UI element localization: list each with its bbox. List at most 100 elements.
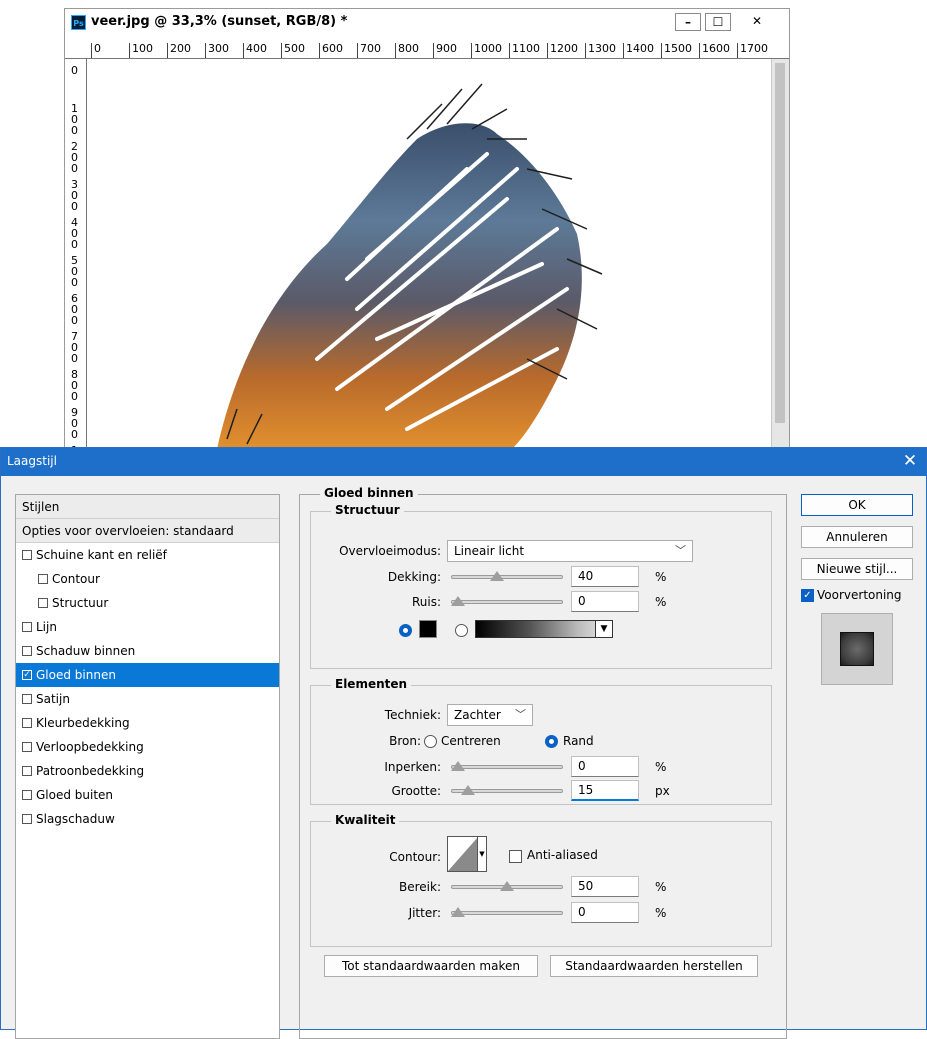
style-item-label: Schuine kant en reliëf xyxy=(36,548,167,562)
dialog-close-icon[interactable]: ✕ xyxy=(899,450,921,472)
style-item-checkbox[interactable] xyxy=(22,549,32,560)
style-item-label: Kleurbedekking xyxy=(36,716,130,730)
source-edge-label[interactable]: Rand xyxy=(563,734,594,748)
structure-group: Structuur Overvloeimodus: Lineair licht … xyxy=(310,503,772,669)
style-item[interactable]: Patroonbedekking xyxy=(16,759,279,783)
ruler-tick: 8 0 0 xyxy=(71,368,78,403)
ruler-tick: 900 xyxy=(433,43,457,58)
jitter-slider[interactable] xyxy=(451,907,563,917)
ruler-tick: 1300 xyxy=(585,43,616,58)
scrollbar-thumb[interactable] xyxy=(775,63,785,423)
style-item-checkbox[interactable] xyxy=(22,813,32,824)
gradient-radio[interactable] xyxy=(455,624,468,637)
ruler-tick: 9 0 0 xyxy=(71,406,78,441)
technique-label: Techniek: xyxy=(384,708,441,722)
style-item-checkbox[interactable] xyxy=(38,573,48,584)
style-item-checkbox[interactable] xyxy=(22,645,32,656)
opacity-slider-thumb[interactable] xyxy=(490,571,505,581)
close-button[interactable]: ✕ xyxy=(737,13,777,31)
minimize-button[interactable]: – xyxy=(675,13,701,31)
range-slider-thumb[interactable] xyxy=(500,881,514,891)
range-label: Bereik: xyxy=(399,880,441,894)
style-item[interactable]: Slagschaduw xyxy=(16,807,279,831)
antialias-checkbox[interactable] xyxy=(509,850,522,863)
style-item[interactable]: Gloed buiten xyxy=(16,783,279,807)
contour-picker[interactable]: ▼ xyxy=(447,836,487,872)
preview-checkbox[interactable]: ✓ xyxy=(801,589,814,602)
noise-slider[interactable] xyxy=(451,596,563,606)
blend-mode-label: Overvloeimodus: xyxy=(339,544,441,558)
style-item-checkbox[interactable] xyxy=(22,717,32,728)
elements-group: Elementen Techniek: Zachter ﹀ Bron: Cent… xyxy=(310,677,772,805)
ruler-tick: 1 0 0 xyxy=(71,102,78,137)
vertical-ruler[interactable]: 0 1 0 0 2 0 0 3 0 0 4 0 0 5 0 0 6 0 0 7 0 0 8 0 … xyxy=(65,59,87,449)
style-item[interactable]: Schuine kant en reliëf xyxy=(16,543,279,567)
style-item[interactable]: Schaduw binnen xyxy=(16,639,279,663)
reset-default-button[interactable]: Standaardwaarden herstellen xyxy=(550,955,758,977)
contour-label: Contour: xyxy=(389,850,441,864)
make-default-button[interactable]: Tot standaardwaarden maken xyxy=(324,955,538,977)
style-item-checkbox[interactable] xyxy=(38,597,48,608)
style-item-checkbox[interactable] xyxy=(22,789,32,800)
antialias-label[interactable]: Anti-aliased xyxy=(527,848,598,862)
source-edge-radio[interactable] xyxy=(545,735,558,748)
ruler-tick: 4 0 0 xyxy=(71,216,78,251)
choke-slider[interactable] xyxy=(451,761,563,771)
preview-label[interactable]: Voorvertoning xyxy=(817,588,902,602)
jitter-input[interactable]: 0 xyxy=(571,902,639,923)
document-titlebar[interactable]: Ps veer.jpg @ 33,3% (sunset, RGB/8) * – … xyxy=(65,9,789,37)
style-item-checkbox[interactable] xyxy=(22,621,32,632)
source-center-label[interactable]: Centreren xyxy=(441,734,501,748)
new-style-button[interactable]: Nieuwe stijl... xyxy=(801,558,913,580)
technique-select[interactable]: Zachter ﹀ xyxy=(447,704,533,726)
ruler-tick: 3 0 0 xyxy=(71,178,78,213)
style-item[interactable]: Lijn xyxy=(16,615,279,639)
style-item[interactable]: ✓ Gloed binnen xyxy=(16,663,279,687)
cancel-button[interactable]: Annuleren xyxy=(801,526,913,548)
style-item-checkbox[interactable] xyxy=(22,765,32,776)
styles-list: Stijlen Opties voor overvloeien: standaa… xyxy=(15,494,280,1039)
ruler-tick: 200 xyxy=(167,43,191,58)
ok-button[interactable]: OK xyxy=(801,494,913,516)
horizontal-ruler[interactable]: 0 100 200 300 400 500 600 700 800 900 1000 1100 1200… xyxy=(65,37,789,59)
dialog-titlebar[interactable]: Laagstijl ✕ xyxy=(1,448,926,476)
noise-input[interactable]: 0 xyxy=(571,591,639,612)
style-item-checkbox[interactable] xyxy=(22,693,32,704)
vertical-scrollbar[interactable] xyxy=(771,59,789,449)
jitter-unit: % xyxy=(655,906,667,920)
choke-input[interactable]: 0 xyxy=(571,756,639,777)
color-radio[interactable] xyxy=(399,624,412,637)
opacity-slider[interactable] xyxy=(451,571,563,581)
gradient-picker[interactable]: ▼ xyxy=(475,620,613,638)
styles-header[interactable]: Stijlen xyxy=(16,495,279,519)
style-item-label: Slagschaduw xyxy=(36,812,115,826)
style-item[interactable]: Kleurbedekking xyxy=(16,711,279,735)
style-item[interactable]: Structuur xyxy=(16,591,279,615)
style-item[interactable]: Satijn xyxy=(16,687,279,711)
maximize-button[interactable]: ☐ xyxy=(705,13,731,31)
chevron-down-icon[interactable]: ▼ xyxy=(477,837,486,871)
jitter-slider-thumb[interactable] xyxy=(451,907,465,917)
blend-mode-select[interactable]: Lineair licht ﹀ xyxy=(447,540,693,562)
blending-options-item[interactable]: Opties voor overvloeien: standaard xyxy=(16,519,279,543)
range-input[interactable]: 50 xyxy=(571,876,639,897)
opacity-input[interactable]: 40 xyxy=(571,566,639,587)
range-slider[interactable] xyxy=(451,881,563,891)
style-item[interactable]: Verloopbedekking xyxy=(16,735,279,759)
size-slider[interactable] xyxy=(451,785,563,795)
chevron-down-icon[interactable]: ▼ xyxy=(595,621,612,637)
glow-color-swatch[interactable] xyxy=(419,620,437,638)
style-item-checkbox[interactable]: ✓ xyxy=(22,669,32,680)
noise-slider-thumb[interactable] xyxy=(451,596,465,606)
image-canvas[interactable] xyxy=(87,59,771,449)
source-center-radio[interactable] xyxy=(424,735,437,748)
opacity-label: Dekking: xyxy=(387,570,441,584)
ruler-tick: 700 xyxy=(357,43,381,58)
style-item-checkbox[interactable] xyxy=(22,741,32,752)
size-slider-thumb[interactable] xyxy=(460,785,475,795)
chevron-down-icon: ﹀ xyxy=(515,708,526,721)
size-input[interactable]: 15 xyxy=(571,780,639,801)
style-item[interactable]: Contour xyxy=(16,567,279,591)
choke-slider-thumb[interactable] xyxy=(451,761,465,771)
ruler-tick: 1200 xyxy=(547,43,578,58)
